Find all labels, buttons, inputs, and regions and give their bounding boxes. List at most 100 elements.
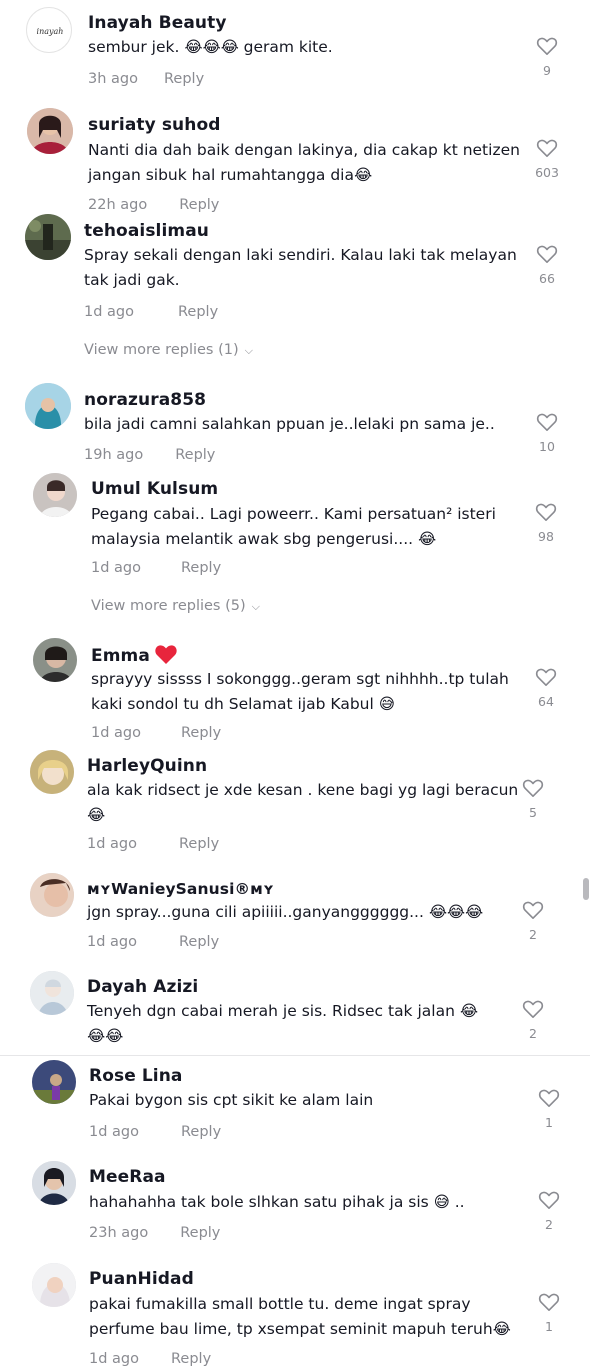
like-button[interactable]: 1 <box>529 1292 569 1336</box>
scrollbar-thumb[interactable] <box>583 878 589 900</box>
view-more-replies[interactable]: View more replies (1) ⌵ <box>84 342 253 358</box>
comment-time: 1d ago <box>91 725 141 741</box>
username[interactable]: Dayah Azizi <box>87 976 198 998</box>
comment-time: 1d ago <box>89 1351 139 1367</box>
heart-outline-icon <box>536 245 558 263</box>
username[interactable]: Emma <box>91 643 178 667</box>
avatar[interactable] <box>27 108 73 154</box>
reply-button[interactable]: Reply <box>164 71 204 87</box>
reply-button[interactable]: Reply <box>178 304 218 320</box>
like-count: 1 <box>545 1115 553 1130</box>
like-button[interactable]: 5 <box>513 778 553 822</box>
chevron-down-icon: ⌵ <box>251 600 260 613</box>
avatar[interactable] <box>30 971 74 1015</box>
username[interactable]: Umul Kulsum <box>91 478 218 500</box>
comment-time: 22h ago <box>88 197 148 213</box>
avatar[interactable]: inayah <box>26 7 72 53</box>
reply-button[interactable]: Reply <box>179 934 219 950</box>
username[interactable]: Inayah Beauty <box>88 12 227 34</box>
like-count: 5 <box>529 805 537 820</box>
avatar[interactable] <box>30 873 74 917</box>
like-button[interactable]: 98 <box>526 502 566 546</box>
like-button[interactable]: 9 <box>527 36 567 80</box>
heart-outline-icon <box>535 503 557 521</box>
comment-time: 1d ago <box>87 934 137 950</box>
username[interactable]: norazura858 <box>84 389 206 411</box>
view-more-label: View more replies (5) <box>91 598 246 614</box>
heart-outline-icon <box>522 1000 544 1018</box>
comment-meta: 1d ago Reply <box>91 558 221 578</box>
comment-meta: 22h ago Reply <box>88 195 219 215</box>
heart-outline-icon <box>535 668 557 686</box>
like-button[interactable]: 2 <box>529 1190 569 1234</box>
like-button[interactable]: 2 <box>513 900 553 944</box>
chevron-down-icon: ⌵ <box>244 344 253 357</box>
avatar[interactable] <box>25 214 71 260</box>
avatar[interactable] <box>33 638 77 682</box>
heart-outline-icon <box>536 37 558 55</box>
like-button[interactable]: 2 <box>513 999 553 1043</box>
red-heart-icon <box>155 645 177 664</box>
like-count: 2 <box>545 1217 553 1232</box>
avatar[interactable] <box>33 473 77 517</box>
like-button[interactable]: 64 <box>526 667 566 711</box>
comment-meta: 1d ago Reply <box>87 834 219 854</box>
svg-text:inayah: inayah <box>37 27 64 36</box>
comment-text: Pegang cabai.. Lagi poweerr.. Kami persa… <box>91 505 501 548</box>
username[interactable]: HarleyQuinn <box>87 755 207 777</box>
avatar[interactable] <box>32 1161 76 1205</box>
username[interactable]: ᴍʏWanieySanusi®ᴍʏ <box>87 878 274 900</box>
username[interactable]: Rose Lina <box>89 1065 182 1087</box>
heart-outline-icon <box>538 1293 560 1311</box>
comment-text: sembur jek. 😂😂😂 geram kite. <box>88 38 333 56</box>
comment-time: 19h ago <box>84 447 144 463</box>
username[interactable]: PuanHidad <box>89 1268 194 1290</box>
reply-button[interactable]: Reply <box>180 1225 220 1241</box>
comment-text: Pakai bygon sis cpt sikit ke alam lain <box>89 1091 374 1109</box>
comment-text: Spray sekali dengan laki sendiri. Kalau … <box>84 246 522 289</box>
like-count: 98 <box>538 529 554 544</box>
avatar[interactable] <box>25 383 71 429</box>
reply-button[interactable]: Reply <box>179 836 219 852</box>
heart-outline-icon <box>522 901 544 919</box>
comment-text: hahahahha tak bole slhkan satu pihak ja … <box>89 1193 465 1211</box>
like-button[interactable]: 603 <box>527 138 567 182</box>
heart-outline-icon <box>538 1191 560 1209</box>
avatar[interactable] <box>30 750 74 794</box>
username[interactable]: tehoaislimau <box>84 220 209 242</box>
comment-meta: 1d ago Reply <box>89 1349 211 1369</box>
comment-text: Tenyeh dgn cabai merah je sis. Ridsec ta… <box>87 1002 478 1045</box>
username[interactable]: suriaty suhod <box>88 114 221 136</box>
comment-meta: 1d ago Reply <box>89 1122 221 1142</box>
comment-time: 23h ago <box>89 1225 149 1241</box>
like-button[interactable]: 66 <box>527 244 567 288</box>
reply-button[interactable]: Reply <box>179 197 219 213</box>
avatar[interactable] <box>32 1060 76 1104</box>
reply-button[interactable]: Reply <box>181 560 221 576</box>
avatar[interactable] <box>32 1263 76 1307</box>
reply-button[interactable]: Reply <box>181 1124 221 1140</box>
reply-button[interactable]: Reply <box>175 447 215 463</box>
comment-meta: 23h ago Reply <box>89 1223 220 1243</box>
like-count: 10 <box>539 439 555 454</box>
view-more-replies[interactable]: View more replies (5) ⌵ <box>91 598 260 614</box>
username[interactable]: MeeRaa <box>89 1166 166 1188</box>
like-count: 66 <box>539 271 555 286</box>
like-button[interactable]: 1 <box>529 1088 569 1132</box>
comment-text: bila jadi camni salahkan ppuan je..lelak… <box>84 415 495 433</box>
comment-time: 1d ago <box>91 560 141 576</box>
like-count: 603 <box>535 165 559 180</box>
like-count: 2 <box>529 927 537 942</box>
reply-button[interactable]: Reply <box>181 725 221 741</box>
heart-outline-icon <box>522 779 544 797</box>
comment-time: 1d ago <box>89 1124 139 1140</box>
heart-outline-icon <box>536 139 558 157</box>
heart-outline-icon <box>536 413 558 431</box>
reply-button[interactable]: Reply <box>171 1351 211 1367</box>
like-count: 9 <box>543 63 551 78</box>
like-count: 1 <box>545 1319 553 1334</box>
like-button[interactable]: 10 <box>527 412 567 456</box>
comment-text: sprayyy sissss I sokonggg..geram sgt nih… <box>91 670 514 713</box>
comment-time: 1d ago <box>84 304 134 320</box>
heart-outline-icon <box>538 1089 560 1107</box>
